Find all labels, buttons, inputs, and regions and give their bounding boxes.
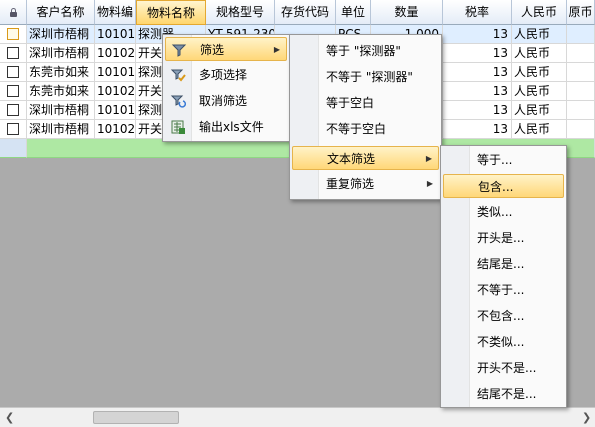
row-checkbox-cell[interactable]: [0, 44, 27, 63]
menu-item-duplicate-filter[interactable]: 重复筛选 ▶: [292, 172, 439, 196]
cell-original-currency[interactable]: [567, 120, 595, 139]
multi-select-filter-icon: [170, 69, 186, 82]
clear-filter-icon: [170, 95, 186, 108]
row-checkbox[interactable]: [7, 104, 19, 116]
menu-item-equals-blank[interactable]: 等于空白: [292, 91, 439, 115]
submenu-arrow-icon: ▶: [273, 45, 280, 54]
cell-rmb[interactable]: 人民币: [512, 101, 567, 120]
cell-tax-rate[interactable]: 13: [443, 44, 512, 63]
column-header-material-code[interactable]: 物料编: [95, 0, 136, 25]
context-menu: 筛选 ▶ 多项选择 取消筛选 输出xls文件: [162, 34, 290, 142]
filter-icon: [171, 44, 187, 57]
menu-item-text-not-contains[interactable]: 不包含...: [443, 304, 564, 328]
cell-rmb[interactable]: 人民币: [512, 63, 567, 82]
menu-item-text-filter[interactable]: 文本筛选 ▶: [292, 146, 439, 170]
menu-item-not-equals-value[interactable]: 不等于 "探测器": [292, 65, 439, 89]
row-checkbox[interactable]: [7, 66, 19, 78]
row-indicator: [0, 139, 27, 158]
row-checkbox-cell[interactable]: [0, 82, 27, 101]
menu-item-text-starts-with[interactable]: 开头是...: [443, 226, 564, 250]
lock-column-header[interactable]: [0, 0, 27, 25]
export-xls-icon: [171, 120, 185, 134]
row-checkbox-cell[interactable]: [0, 63, 27, 82]
cell-material-code[interactable]: 10101C: [95, 25, 136, 44]
menu-item-cancel-filter[interactable]: 取消筛选: [165, 89, 287, 113]
cell-original-currency[interactable]: [567, 82, 595, 101]
cell-tax-rate[interactable]: 13: [443, 101, 512, 120]
menu-item-text-not-equals[interactable]: 不等于...: [443, 278, 564, 302]
cell-rmb[interactable]: 人民币: [512, 120, 567, 139]
submenu-arrow-icon: ▶: [426, 179, 433, 188]
cell-rmb[interactable]: 人民币: [512, 44, 567, 63]
row-checkbox-cell[interactable]: [0, 25, 27, 44]
cell-customer[interactable]: 深圳市梧桐: [27, 120, 95, 139]
menu-item-not-equals-blank[interactable]: 不等于空白: [292, 117, 439, 141]
column-header-quantity[interactable]: 数量: [371, 0, 443, 25]
row-checkbox[interactable]: [7, 47, 19, 59]
cell-tax-rate[interactable]: 13: [443, 82, 512, 101]
menu-item-text-equals[interactable]: 等于...: [443, 148, 564, 172]
cell-rmb[interactable]: 人民币: [512, 82, 567, 101]
menu-item-text-not-starts-with[interactable]: 开头不是...: [443, 356, 564, 380]
cell-tax-rate[interactable]: 13: [443, 63, 512, 82]
menu-item-text-not-ends-with[interactable]: 结尾不是...: [443, 382, 564, 406]
cell-customer[interactable]: 东莞市如来: [27, 82, 95, 101]
cell-original-currency[interactable]: [567, 63, 595, 82]
column-header-customer[interactable]: 客户名称: [27, 0, 95, 25]
menu-item-text-contains[interactable]: 包含...: [443, 174, 564, 198]
column-header-unit[interactable]: 单位: [336, 0, 371, 25]
column-header-material-name[interactable]: 物料名称: [136, 0, 206, 25]
column-header-stock-code[interactable]: 存货代码: [275, 0, 336, 25]
grid-header: 客户名称 物料编 物料名称 规格型号 存货代码 单位 数量 税率 人民币 原币: [0, 0, 595, 25]
cell-material-code[interactable]: 10101C: [95, 101, 136, 120]
lock-icon: [10, 8, 17, 17]
menu-item-export-xls[interactable]: 输出xls文件: [165, 115, 287, 139]
menu-item-multi-select[interactable]: 多项选择: [165, 63, 287, 87]
column-header-rmb[interactable]: 人民币: [512, 0, 567, 25]
scrollbar-thumb[interactable]: [93, 411, 179, 424]
filter-submenu: 等于 "探测器" 不等于 "探测器" 等于空白 不等于空白 文本筛选 ▶ 重复筛…: [289, 34, 442, 200]
cell-material-code[interactable]: 10102C: [95, 120, 136, 139]
cell-original-currency[interactable]: [567, 101, 595, 120]
menu-item-text-not-like[interactable]: 不类似...: [443, 330, 564, 354]
row-checkbox[interactable]: [7, 85, 19, 97]
submenu-arrow-icon: ▶: [425, 154, 432, 163]
column-header-tax-rate[interactable]: 税率: [443, 0, 512, 25]
cell-material-code[interactable]: 10102C: [95, 82, 136, 101]
cell-customer[interactable]: 深圳市梧桐: [27, 25, 95, 44]
menu-item-text-ends-with[interactable]: 结尾是...: [443, 252, 564, 276]
text-filter-submenu: 等于... 包含... 类似... 开头是... 结尾是... 不等于... 不…: [440, 145, 567, 408]
cell-original-currency[interactable]: [567, 25, 595, 44]
column-header-original-currency[interactable]: 原币: [567, 0, 595, 25]
row-checkbox[interactable]: [7, 123, 19, 135]
menu-item-equals-value[interactable]: 等于 "探测器": [292, 39, 439, 63]
scroll-left-icon[interactable]: ❮: [5, 412, 14, 423]
cell-tax-rate[interactable]: 13: [443, 120, 512, 139]
cell-material-code[interactable]: 10102C: [95, 44, 136, 63]
cell-customer[interactable]: 深圳市梧桐: [27, 101, 95, 120]
cell-original-currency[interactable]: [567, 44, 595, 63]
cell-material-code[interactable]: 10101C: [95, 63, 136, 82]
row-checkbox-cell[interactable]: [0, 101, 27, 120]
menu-item-filter[interactable]: 筛选 ▶: [165, 37, 287, 61]
cell-tax-rate[interactable]: 13: [443, 25, 512, 44]
row-checkbox-cell[interactable]: [0, 120, 27, 139]
cell-customer[interactable]: 东莞市如来: [27, 63, 95, 82]
row-checkbox[interactable]: [7, 28, 19, 40]
scroll-right-icon[interactable]: ❯: [582, 412, 591, 423]
cell-customer[interactable]: 深圳市梧桐: [27, 44, 95, 63]
horizontal-scrollbar[interactable]: ❮ ❯: [0, 407, 595, 427]
cell-rmb[interactable]: 人民币: [512, 25, 567, 44]
menu-item-text-like[interactable]: 类似...: [443, 200, 564, 224]
column-header-spec[interactable]: 规格型号: [206, 0, 275, 25]
